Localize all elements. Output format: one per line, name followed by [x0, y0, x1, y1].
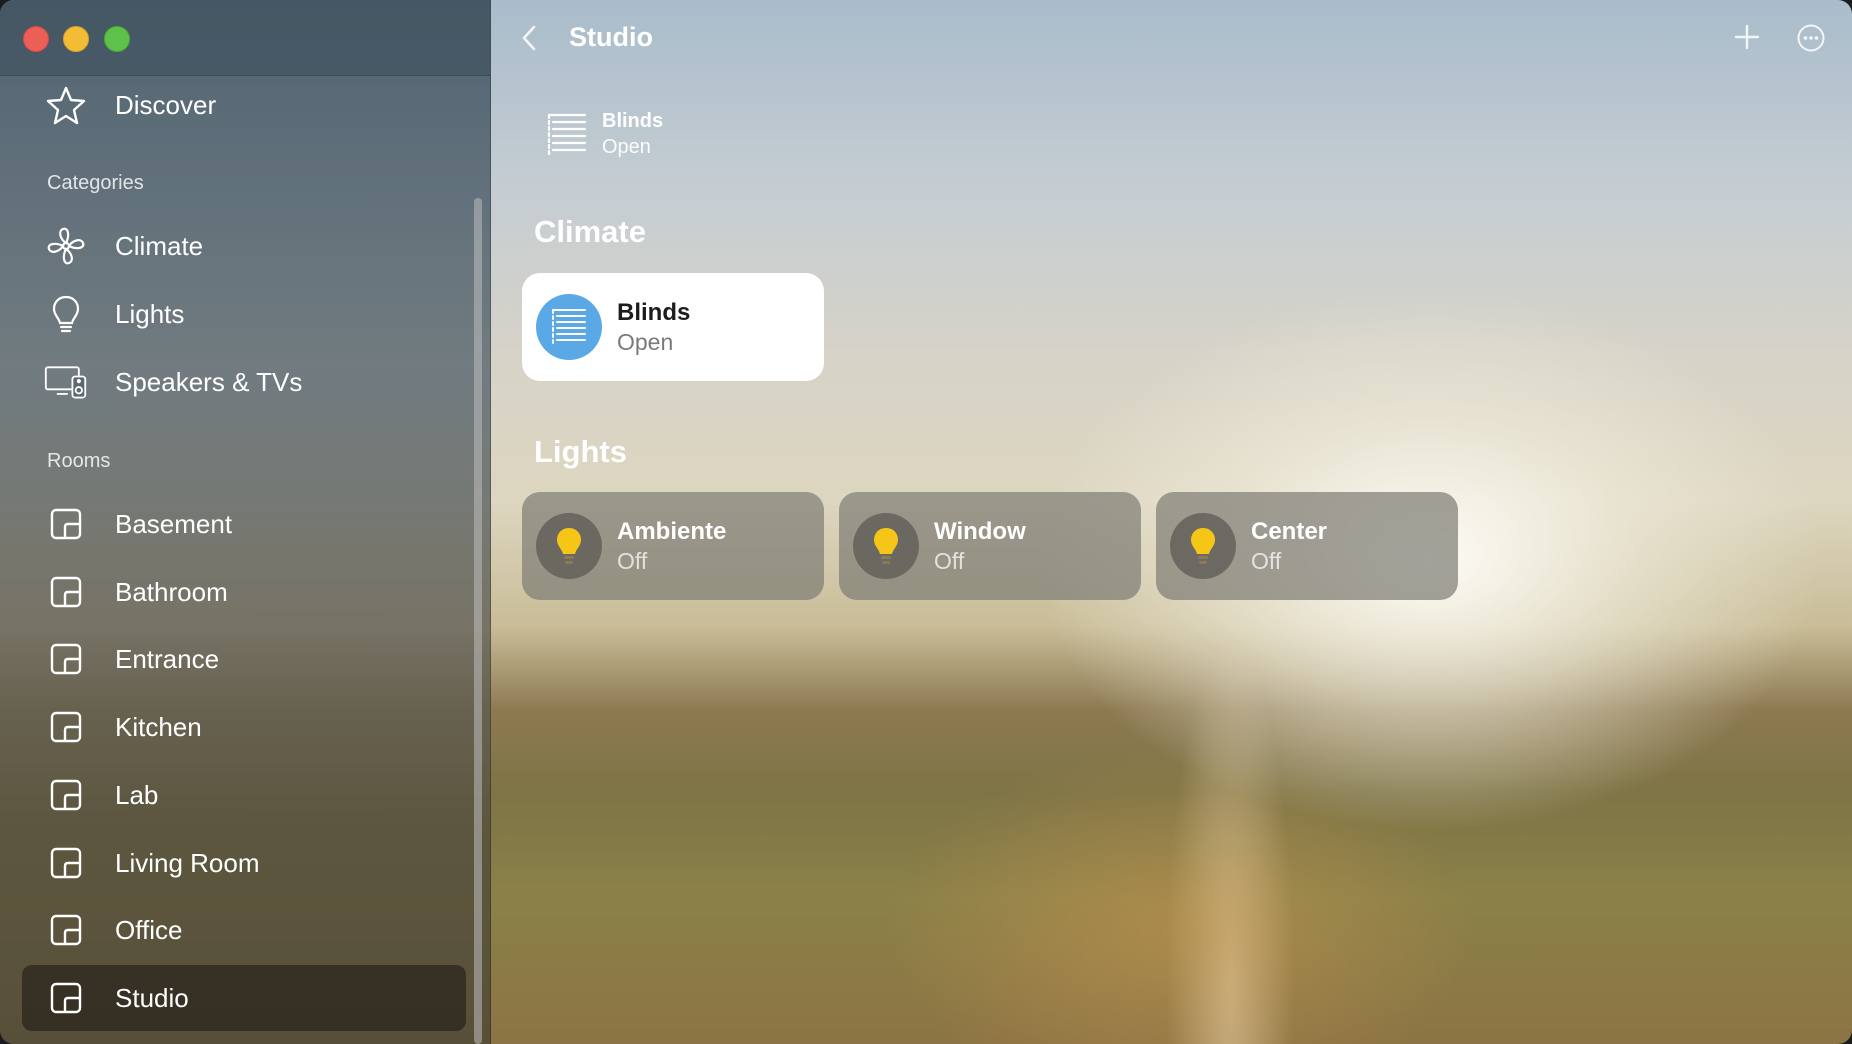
sidebar-scrollbar[interactable]: [474, 198, 482, 1044]
sidebar-item-label: Kitchen: [115, 711, 202, 742]
status-blinds[interactable]: Blinds Open: [545, 108, 675, 162]
section-title-climate: Climate: [534, 214, 646, 249]
room-icon: [44, 976, 88, 1020]
titlebar: [0, 0, 490, 76]
rooms-header: Rooms: [47, 450, 111, 472]
tile-window[interactable]: Window Off: [839, 492, 1141, 600]
fan-icon: [44, 224, 88, 268]
room-icon: [44, 773, 88, 817]
tile-ambiente[interactable]: Ambiente Off: [522, 492, 824, 600]
room-icon: [44, 502, 88, 546]
chevron-left-icon: [522, 25, 536, 51]
tile-center[interactable]: Center Off: [1156, 492, 1458, 600]
sidebar-item-lab[interactable]: Lab: [22, 762, 466, 828]
blinds-icon: [547, 113, 587, 156]
room-icon: [44, 908, 88, 952]
tile-name: Center: [1251, 518, 1328, 545]
minimize-button[interactable]: [63, 26, 89, 52]
sidebar-item-label: Climate: [115, 230, 204, 261]
sidebar: Discover Categories Climate Lights Speak…: [0, 0, 491, 1044]
sidebar-item-label: Discover: [115, 89, 217, 120]
sidebar-item-basement[interactable]: Basement: [22, 491, 466, 557]
star-icon: [44, 83, 88, 127]
tile-state: Open: [617, 329, 674, 355]
tile-state: Off: [1251, 548, 1282, 574]
room-icon: [44, 841, 88, 885]
room-icon: [44, 570, 88, 614]
sidebar-item-discover[interactable]: Discover: [22, 72, 466, 138]
sidebar-item-label: Bathroom: [115, 576, 228, 607]
ellipsis-circle-icon: [1797, 24, 1825, 52]
sidebar-item-label: Speakers & TVs: [115, 366, 303, 397]
tile-state: Off: [617, 548, 648, 574]
lightbulb-icon: [1170, 513, 1236, 579]
sidebar-item-bathroom[interactable]: Bathroom: [22, 559, 466, 625]
sidebar-item-label: Entrance: [115, 643, 220, 674]
zoom-button[interactable]: [104, 26, 130, 52]
status-state: Open: [602, 136, 651, 158]
sidebar-item-office[interactable]: Office: [22, 897, 466, 963]
sidebar-item-speakers-tvs[interactable]: Speakers & TVs: [22, 349, 466, 415]
sidebar-item-lights[interactable]: Lights: [22, 281, 466, 347]
page-title: Studio: [569, 22, 653, 52]
sidebar-item-living-room[interactable]: Living Room: [22, 830, 466, 896]
sidebar-item-entrance[interactable]: Entrance: [22, 626, 466, 692]
sidebar-item-label: Living Room: [115, 847, 260, 878]
sidebar-item-label: Lab: [115, 779, 159, 810]
sidebar-item-studio[interactable]: Studio: [22, 965, 466, 1031]
more-button[interactable]: [1796, 23, 1826, 53]
sidebar-item-label: Lights: [115, 298, 185, 329]
back-button[interactable]: [516, 22, 542, 54]
home-app-window: Discover Categories Climate Lights Speak…: [0, 0, 1852, 1044]
tile-blinds[interactable]: Blinds Open: [522, 273, 824, 381]
sidebar-item-label: Office: [115, 914, 183, 945]
lightbulb-icon: [44, 292, 88, 336]
section-title-lights: Lights: [534, 434, 627, 469]
sidebar-item-kitchen[interactable]: Kitchen: [22, 694, 466, 760]
categories-header: Categories: [47, 172, 144, 194]
sidebar-item-climate[interactable]: Climate: [22, 213, 466, 279]
tv-speaker-icon: [44, 360, 88, 404]
sidebar-item-label: Studio: [115, 982, 189, 1013]
room-icon: [44, 637, 88, 681]
blinds-icon: [536, 294, 602, 360]
tile-name: Ambiente: [617, 518, 727, 545]
add-button[interactable]: [1732, 22, 1762, 52]
lightbulb-icon: [536, 513, 602, 579]
sidebar-item-label: Basement: [115, 508, 233, 539]
tile-name: Blinds: [617, 299, 691, 326]
status-name: Blinds: [602, 110, 664, 132]
plus-icon: [1734, 24, 1760, 50]
close-button[interactable]: [23, 26, 49, 52]
tile-name: Window: [934, 518, 1026, 545]
tile-state: Off: [934, 548, 965, 574]
lightbulb-icon: [853, 513, 919, 579]
room-icon: [44, 705, 88, 749]
